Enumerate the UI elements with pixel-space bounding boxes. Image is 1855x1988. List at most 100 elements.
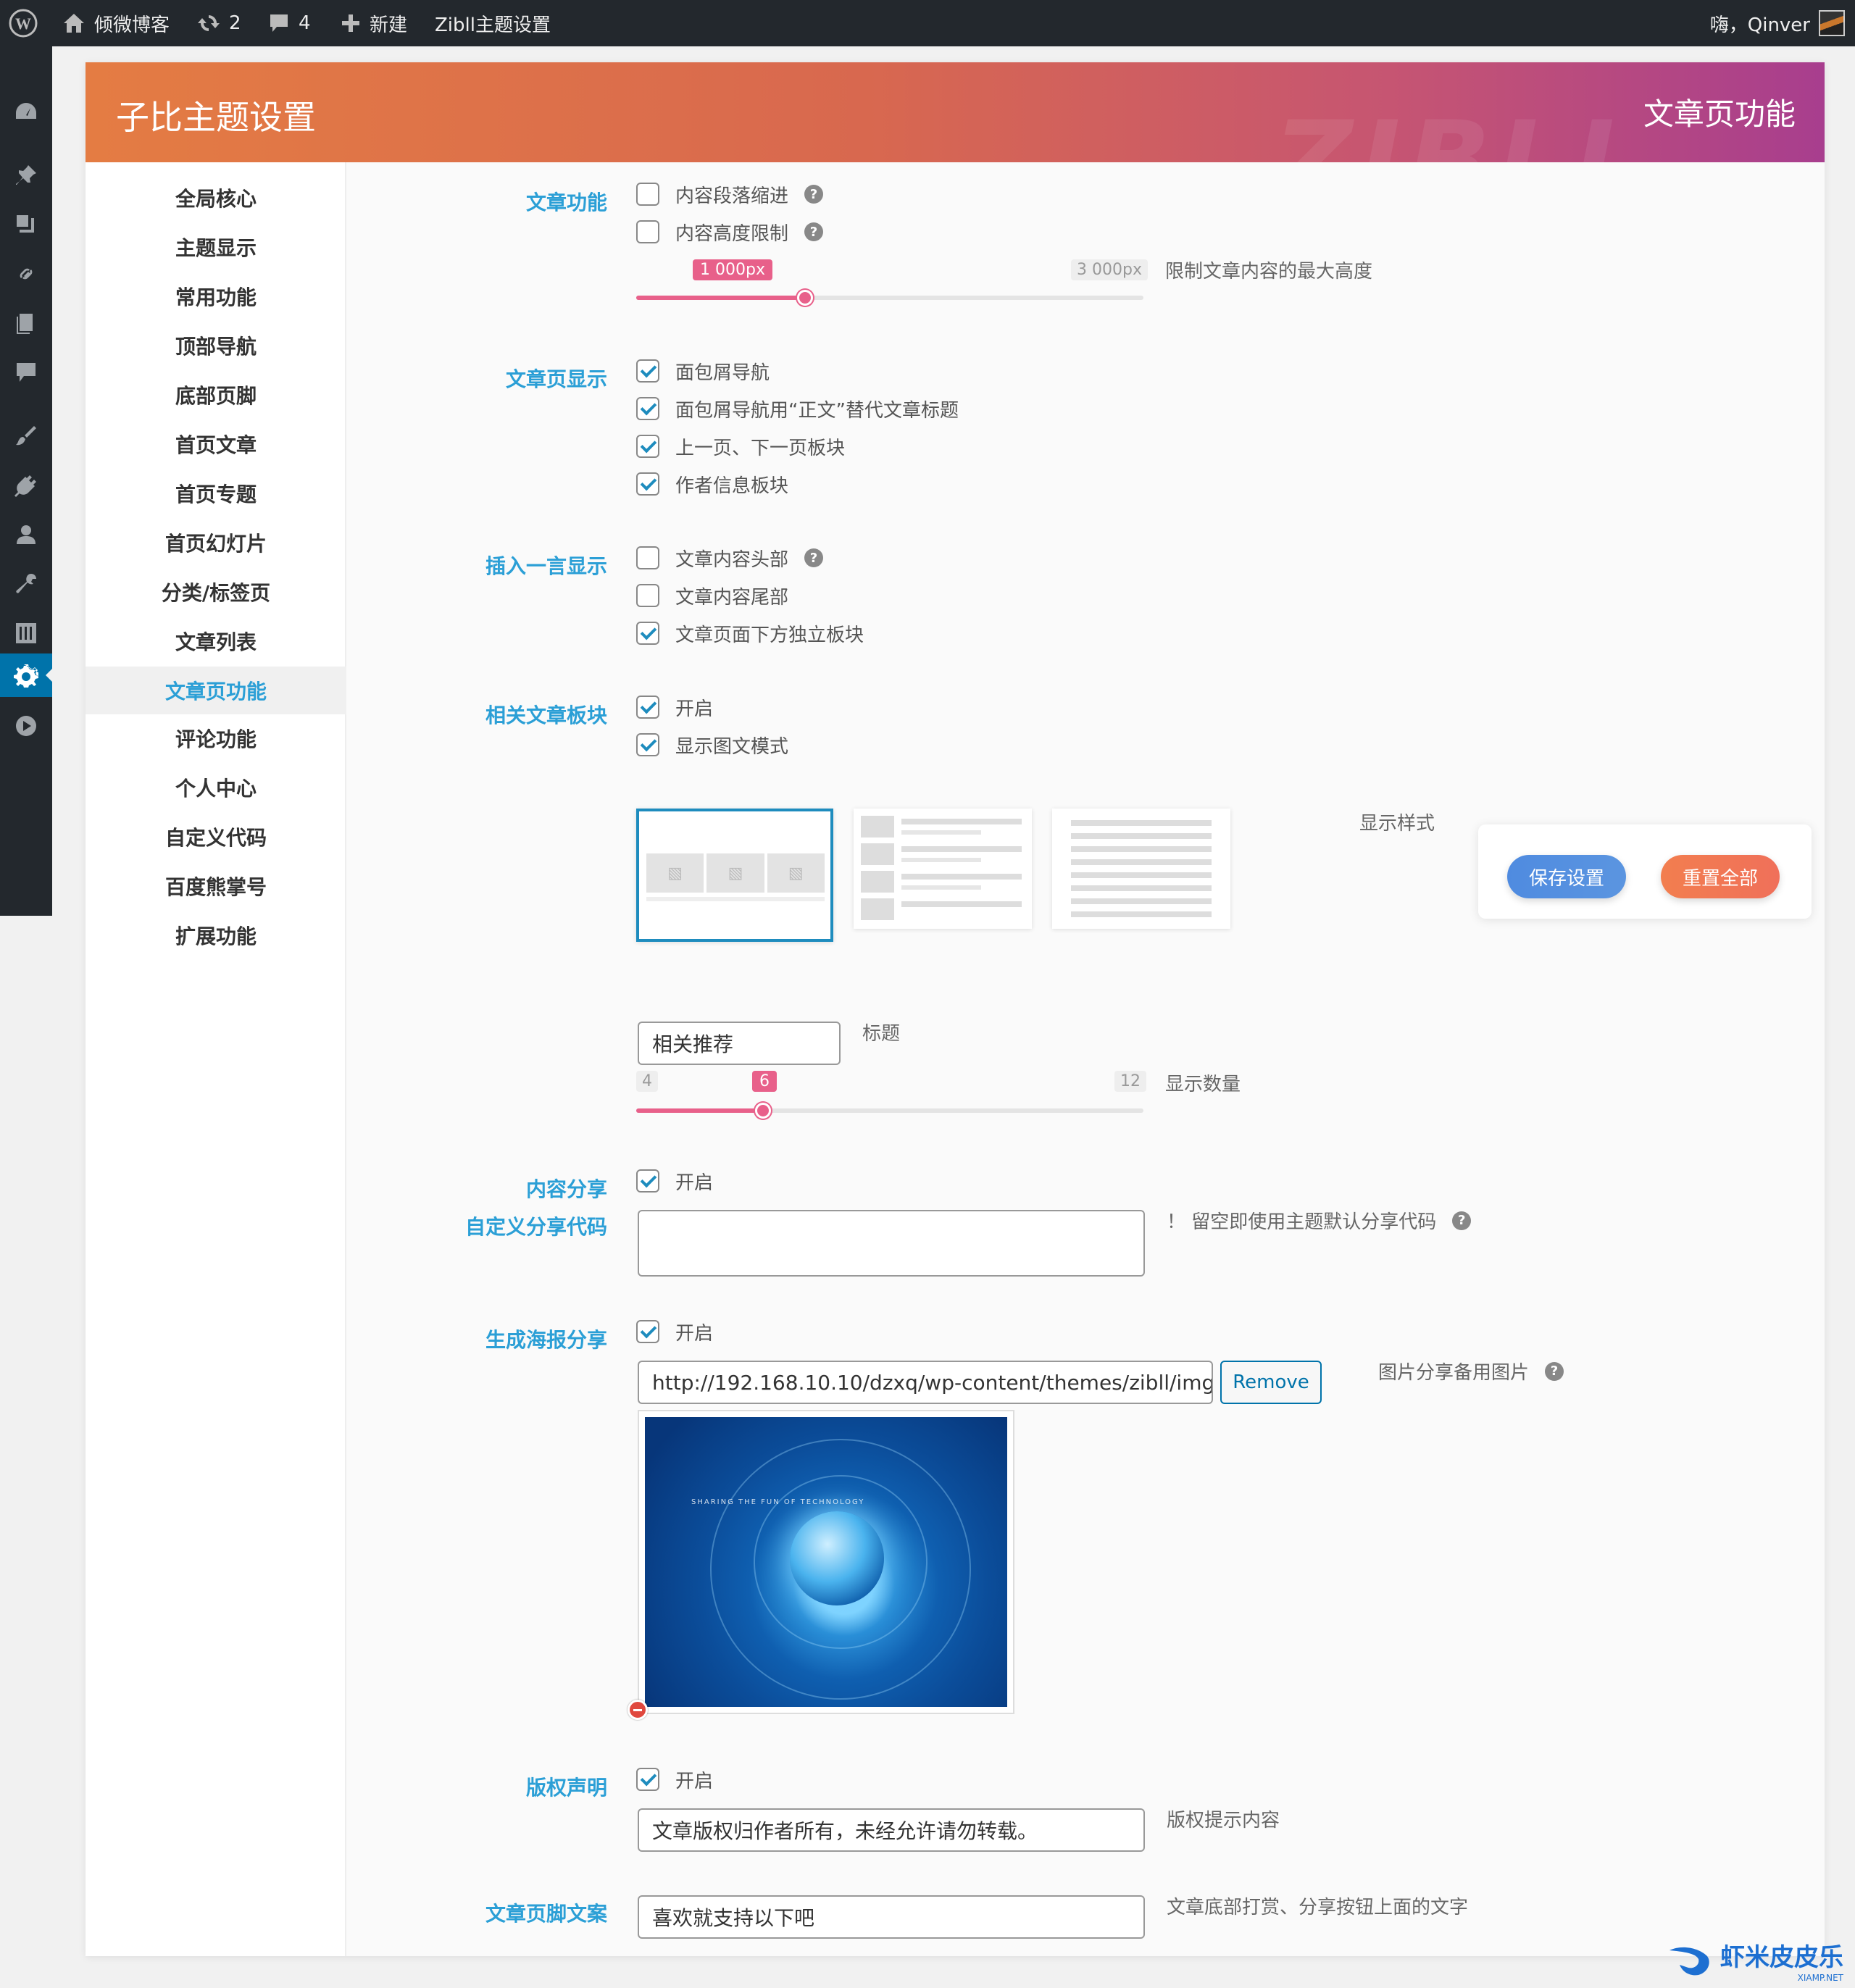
- tools-wrench-icon[interactable]: [0, 562, 52, 606]
- nav-item-baidu[interactable]: 百度熊掌号: [86, 862, 346, 910]
- nav-item-home-slides[interactable]: 首页幻灯片: [86, 519, 346, 567]
- checkbox[interactable]: [636, 733, 659, 756]
- option-hitokoto-head[interactable]: 文章内容头部 ?: [636, 543, 824, 572]
- theme-settings-link[interactable]: Zibll主题设置: [435, 0, 551, 46]
- help-icon[interactable]: ?: [804, 548, 824, 567]
- footer-text-input[interactable]: 喜欢就支持以下吧: [638, 1895, 1145, 1939]
- custom-share-textarea[interactable]: [638, 1210, 1145, 1277]
- checkbox[interactable]: [636, 546, 659, 569]
- settings-content: 文章功能 内容段落缩进 ? 内容高度限制 ? 1 000px 3 000px 限…: [346, 162, 1825, 1956]
- updates-count: 2: [229, 12, 241, 34]
- appearance-brush-icon[interactable]: [0, 414, 52, 458]
- nav-item-footer[interactable]: 底部页脚: [86, 371, 346, 419]
- option-copyright-enable[interactable]: 开启: [636, 1765, 713, 1794]
- checkbox[interactable]: [636, 183, 659, 206]
- users-icon[interactable]: [0, 513, 52, 556]
- checkbox[interactable]: [636, 220, 659, 243]
- comments-link[interactable]: 4: [268, 0, 311, 46]
- nav-item-global-core[interactable]: 全局核心: [86, 174, 346, 222]
- style-option-text[interactable]: [1052, 809, 1230, 929]
- copyright-input[interactable]: 文章版权归作者所有，未经允许请勿转载。: [638, 1808, 1145, 1852]
- nav-item-top-nav[interactable]: 顶部导航: [86, 322, 346, 369]
- option-label: 内容段落缩进: [675, 185, 789, 207]
- updates-link[interactable]: 2: [197, 0, 241, 46]
- admin-menu: [0, 46, 53, 916]
- checkbox[interactable]: [636, 359, 659, 383]
- related-title-input[interactable]: 相关推荐: [638, 1022, 841, 1065]
- related-title-hint: 标题: [862, 1023, 901, 1045]
- height-slider[interactable]: [636, 290, 1143, 306]
- admin-bar: W 倾微博客 2 4 新建 Zibll主题设置 嗨，Qinver: [0, 0, 1855, 46]
- checkbox[interactable]: [636, 696, 659, 719]
- style-hint: 显示样式: [1359, 813, 1435, 835]
- style-option-cards[interactable]: ▧ ▧ ▧: [636, 809, 833, 942]
- pages-icon[interactable]: [0, 301, 52, 345]
- dashboard-icon[interactable]: [0, 90, 52, 133]
- option-related-enable[interactable]: 开启: [636, 693, 713, 722]
- help-icon[interactable]: ?: [804, 185, 824, 204]
- nav-item-common-functions[interactable]: 常用功能: [86, 272, 346, 320]
- option-prev-next[interactable]: 上一页、下一页板块: [636, 432, 845, 461]
- checkbox[interactable]: [636, 435, 659, 458]
- nav-item-user-center[interactable]: 个人中心: [86, 764, 346, 811]
- nav-item-comments[interactable]: 评论功能: [86, 714, 346, 762]
- panel-title: 子比主题设置: [116, 98, 316, 137]
- option-label: 作者信息板块: [675, 475, 789, 497]
- new-content-link[interactable]: 新建: [341, 0, 407, 46]
- links-icon[interactable]: [0, 252, 52, 296]
- theme-settings-gear-icon[interactable]: [0, 653, 53, 697]
- help-icon[interactable]: ?: [1452, 1211, 1472, 1230]
- settings-sliders-icon[interactable]: [0, 611, 52, 655]
- nav-item-custom-code[interactable]: 自定义代码: [86, 813, 346, 861]
- count-slider[interactable]: [636, 1103, 1143, 1119]
- option-related-image-mode[interactable]: 显示图文模式: [636, 730, 788, 759]
- save-button[interactable]: 保存设置: [1507, 855, 1626, 898]
- nav-item-home-topics[interactable]: 首页专题: [86, 469, 346, 517]
- comments-icon[interactable]: [0, 351, 52, 394]
- option-height-limit[interactable]: 内容高度限制 ?: [636, 217, 824, 246]
- option-label: 面包屑导航用“正文”替代文章标题: [675, 399, 959, 422]
- nav-item-theme-display[interactable]: 主题显示: [86, 223, 346, 271]
- checkbox[interactable]: [636, 1169, 659, 1193]
- option-breadcrumb-body[interactable]: 面包屑导航用“正文”替代文章标题: [636, 394, 959, 423]
- site-name-link[interactable]: 倾微博客: [62, 0, 170, 46]
- option-breadcrumb[interactable]: 面包屑导航: [636, 356, 770, 385]
- my-account-link[interactable]: 嗨，Qinver: [1710, 0, 1845, 46]
- option-author-info[interactable]: 作者信息板块: [636, 469, 788, 498]
- posts-pin-icon[interactable]: [0, 154, 52, 197]
- checkbox[interactable]: [636, 397, 659, 420]
- nav-item-category-tags[interactable]: 分类/标签页: [86, 568, 346, 616]
- nav-item-article-page[interactable]: 文章页功能: [86, 667, 346, 714]
- checkbox[interactable]: [636, 622, 659, 645]
- option-hitokoto-block[interactable]: 文章页面下方独立板块: [636, 619, 864, 648]
- style-option-list[interactable]: [854, 809, 1032, 929]
- media-icon[interactable]: [0, 203, 52, 246]
- checkbox[interactable]: [636, 1320, 659, 1343]
- nav-item-post-list[interactable]: 文章列表: [86, 617, 346, 665]
- option-share-enable[interactable]: 开启: [636, 1166, 713, 1195]
- wordpress-logo-icon[interactable]: W: [9, 0, 38, 46]
- line-placeholder: [901, 846, 1022, 852]
- remove-image-icon[interactable]: [628, 1700, 648, 1720]
- option-hitokoto-tail[interactable]: 文章内容尾部: [636, 581, 788, 610]
- slider-handle[interactable]: [755, 1103, 771, 1119]
- plugins-icon[interactable]: [0, 464, 52, 507]
- poster-url-input[interactable]: http://192.168.10.10/dzxq/wp-content/the…: [638, 1361, 1213, 1404]
- copyright-hint: 版权提示内容: [1167, 1810, 1280, 1832]
- option-paragraph-indent[interactable]: 内容段落缩进 ?: [636, 180, 824, 209]
- new-label: 新建: [370, 14, 408, 36]
- settings-nav: 全局核心 主题显示 常用功能 顶部导航 底部页脚 首页文章 首页专题 首页幻灯片…: [86, 162, 346, 1956]
- nav-item-extensions[interactable]: 扩展功能: [86, 911, 346, 959]
- play-collapse-icon[interactable]: [0, 704, 52, 748]
- checkbox[interactable]: [636, 584, 659, 607]
- checkbox[interactable]: [636, 1768, 659, 1791]
- reset-button[interactable]: 重置全部: [1661, 855, 1780, 898]
- remove-button[interactable]: Remove: [1220, 1361, 1322, 1404]
- option-poster-enable[interactable]: 开启: [636, 1317, 713, 1346]
- nav-item-home-posts[interactable]: 首页文章: [86, 420, 346, 468]
- checkbox[interactable]: [636, 472, 659, 496]
- slider-handle[interactable]: [797, 290, 814, 306]
- help-icon[interactable]: ?: [1545, 1361, 1564, 1381]
- help-icon[interactable]: ?: [804, 222, 824, 241]
- cards-preview: ▧ ▧ ▧: [646, 853, 825, 893]
